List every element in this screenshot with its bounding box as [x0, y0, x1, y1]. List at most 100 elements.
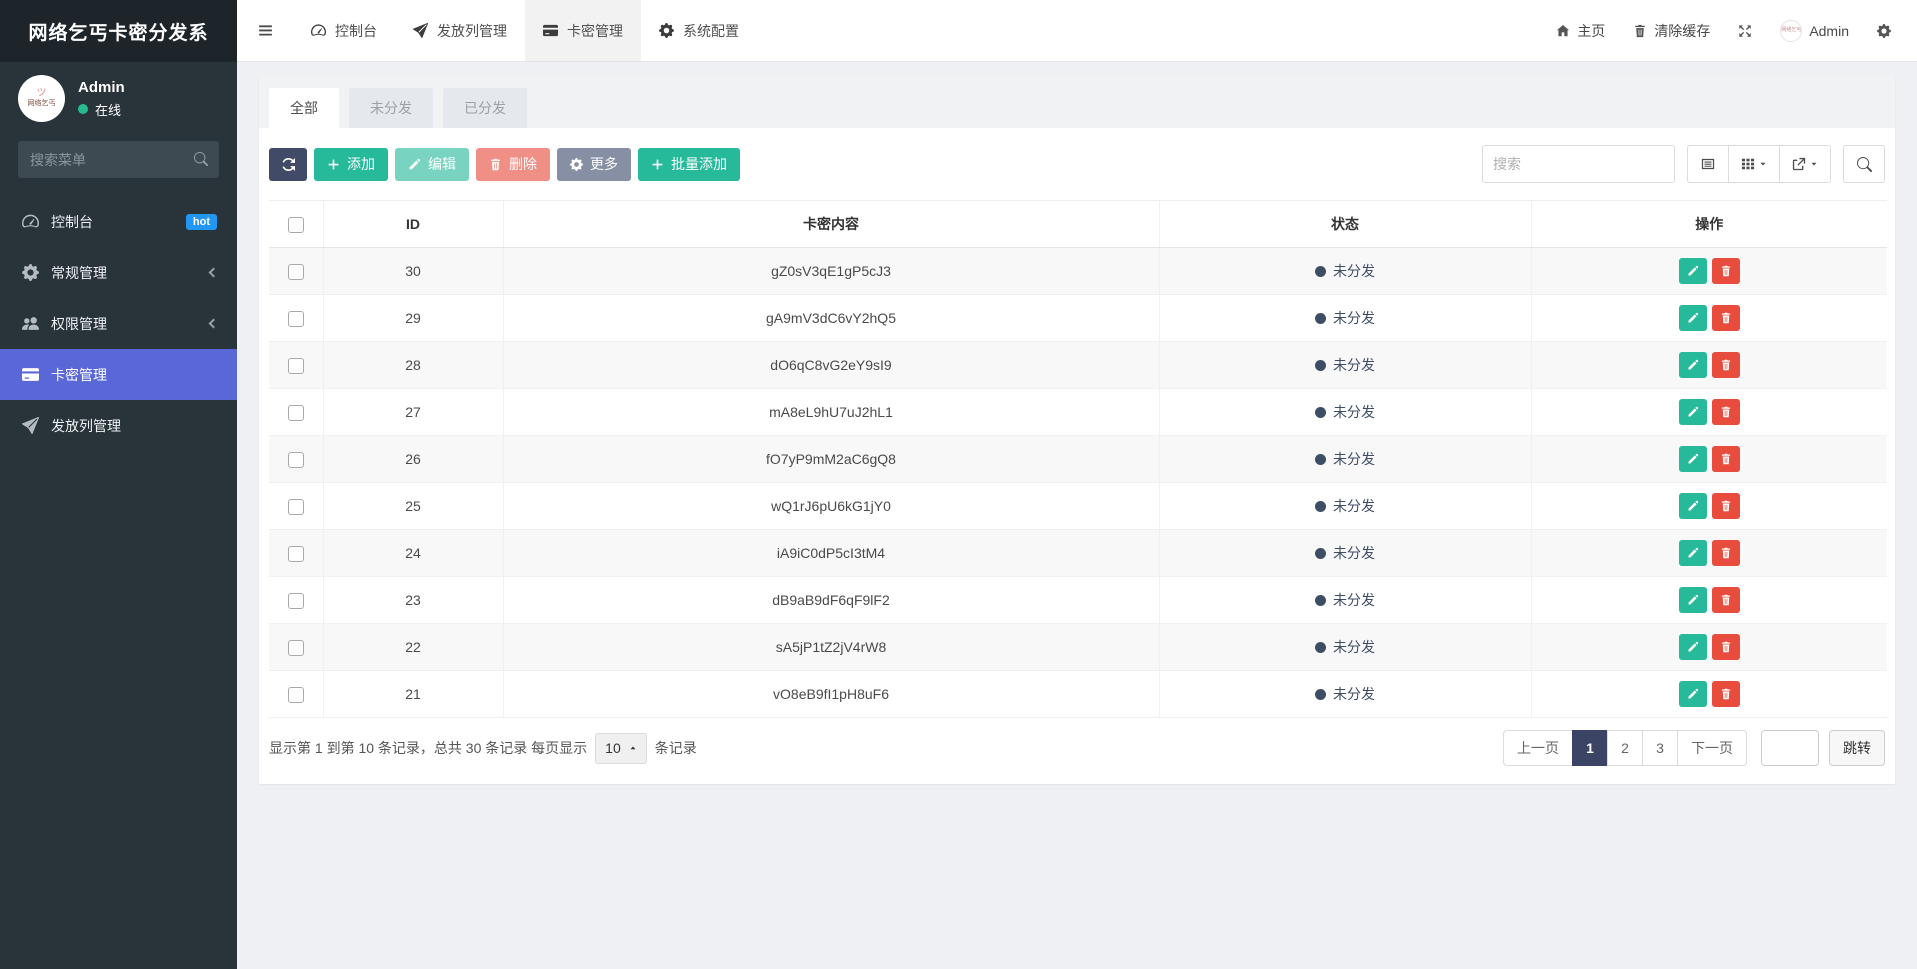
status-dot-icon	[1315, 360, 1326, 371]
cell-status: 未分发	[1159, 295, 1531, 342]
row-edit-button[interactable]	[1679, 305, 1707, 331]
page-jump-button[interactable]: 跳转	[1829, 730, 1885, 766]
page-button-2[interactable]: 2	[1607, 730, 1643, 766]
clear-cache-link[interactable]: 清除缓存	[1633, 21, 1710, 41]
row-edit-button[interactable]	[1679, 399, 1707, 425]
table-row[interactable]: 25 wQ1rJ6pU6kG1jY0 未分发	[269, 483, 1887, 530]
detail-view-button[interactable]	[1687, 145, 1729, 183]
table-row[interactable]: 29 gA9mV3dC6vY2hQ5 未分发	[269, 295, 1887, 342]
row-checkbox[interactable]	[288, 405, 304, 421]
prev-page-button[interactable]: 上一页	[1503, 730, 1573, 766]
status-dot-icon	[1315, 689, 1326, 700]
cell-status: 未分发	[1159, 342, 1531, 389]
row-delete-button[interactable]	[1712, 493, 1740, 519]
edit-button[interactable]: 编辑	[395, 148, 469, 181]
tab-dispatch[interactable]: 发放列管理	[395, 0, 525, 61]
table-row[interactable]: 30 gZ0sV3qE1gP5cJ3 未分发	[269, 248, 1887, 295]
row-actions	[1532, 634, 1888, 660]
filter-tab-assigned[interactable]: 已分发	[443, 88, 527, 128]
row-delete-button[interactable]	[1712, 540, 1740, 566]
add-button[interactable]: 添加	[314, 148, 388, 181]
row-checkbox[interactable]	[288, 358, 304, 374]
row-delete-button[interactable]	[1712, 681, 1740, 707]
tab-settings[interactable]: 系统配置	[641, 0, 757, 61]
row-checkbox[interactable]	[288, 640, 304, 656]
row-delete-button[interactable]	[1712, 258, 1740, 284]
select-all-checkbox[interactable]	[288, 217, 304, 233]
row-checkbox[interactable]	[288, 264, 304, 280]
hot-badge: hot	[186, 214, 217, 230]
home-link[interactable]: 主页	[1556, 21, 1605, 41]
row-edit-button[interactable]	[1679, 587, 1707, 613]
page-jump-input[interactable]	[1761, 730, 1819, 766]
fullscreen-button[interactable]	[1738, 24, 1752, 38]
more-button[interactable]: 更多	[557, 148, 631, 181]
table-header-row: ID 卡密内容 状态 操作	[269, 201, 1887, 248]
top-navbar: 控制台 发放列管理 卡密管理 系统配置 主页	[237, 0, 1917, 62]
next-page-button[interactable]: 下一页	[1677, 730, 1747, 766]
trash-icon	[1720, 406, 1732, 418]
sidebar-item-dashboard[interactable]: 控制台 hot	[0, 196, 237, 247]
page-button-1[interactable]: 1	[1572, 730, 1608, 766]
row-delete-button[interactable]	[1712, 446, 1740, 472]
settings-button[interactable]	[1877, 24, 1891, 38]
sidebar: 网络乞丐卡密分发系 ツ 网络乞丐 Admin 在线 控制台 hot	[0, 0, 237, 969]
row-edit-button[interactable]	[1679, 446, 1707, 472]
table-row[interactable]: 24 iA9iC0dP5cI3tM4 未分发	[269, 530, 1887, 577]
table-row[interactable]: 22 sA5jP1tZ2jV4rW8 未分发	[269, 624, 1887, 671]
row-edit-button[interactable]	[1679, 634, 1707, 660]
row-delete-button[interactable]	[1712, 634, 1740, 660]
filter-tab-unassigned[interactable]: 未分发	[349, 88, 433, 128]
cell-id: 30	[323, 248, 503, 295]
sidebar-item-auth[interactable]: 权限管理	[0, 298, 237, 349]
columns-button[interactable]	[1728, 145, 1780, 183]
gear-icon	[570, 158, 583, 171]
row-edit-button[interactable]	[1679, 258, 1707, 284]
row-checkbox[interactable]	[288, 311, 304, 327]
delete-button[interactable]: 删除	[476, 148, 550, 181]
row-checkbox[interactable]	[288, 546, 304, 562]
row-checkbox[interactable]	[288, 593, 304, 609]
row-edit-button[interactable]	[1679, 540, 1707, 566]
cell-id: 23	[323, 577, 503, 624]
refresh-button[interactable]	[269, 148, 307, 181]
app-root: 网络乞丐卡密分发系 ツ 网络乞丐 Admin 在线 控制台 hot	[0, 0, 1917, 969]
tab-cardkeys[interactable]: 卡密管理	[525, 0, 641, 61]
sidebar-item-dispatch[interactable]: 发放列管理	[0, 400, 237, 451]
table-row[interactable]: 23 dB9aB9dF6qF9lF2 未分发	[269, 577, 1887, 624]
list-view-icon	[1701, 157, 1715, 171]
row-edit-button[interactable]	[1679, 681, 1707, 707]
search-toggle-button[interactable]	[1843, 145, 1885, 183]
row-edit-button[interactable]	[1679, 352, 1707, 378]
cell-code: fO7yP9mM2aC6gQ8	[503, 436, 1159, 483]
batch-add-button[interactable]: 批量添加	[638, 148, 740, 181]
dashboard-icon	[22, 213, 39, 230]
app-title: 网络乞丐卡密分发系	[0, 0, 237, 62]
row-delete-button[interactable]	[1712, 352, 1740, 378]
row-checkbox[interactable]	[288, 499, 304, 515]
row-delete-button[interactable]	[1712, 399, 1740, 425]
sidebar-toggle-button[interactable]	[237, 0, 293, 61]
row-checkbox[interactable]	[288, 687, 304, 703]
row-edit-button[interactable]	[1679, 493, 1707, 519]
row-delete-button[interactable]	[1712, 305, 1740, 331]
table-search-input[interactable]	[1482, 145, 1675, 183]
header-actions: 操作	[1531, 201, 1887, 248]
trash-icon	[1720, 265, 1732, 277]
filter-tab-all[interactable]: 全部	[269, 88, 339, 128]
table-row[interactable]: 21 vO8eB9fI1pH8uF6 未分发	[269, 671, 1887, 718]
export-button[interactable]	[1779, 145, 1831, 183]
row-checkbox[interactable]	[288, 452, 304, 468]
user-menu[interactable]: 网络乞丐 Admin	[1780, 20, 1849, 42]
filter-tabs: 全部 未分发 已分发	[259, 75, 1895, 128]
table-row[interactable]: 27 mA8eL9hU7uJ2hL1 未分发	[269, 389, 1887, 436]
sidebar-item-general[interactable]: 常规管理	[0, 247, 237, 298]
table-row[interactable]: 28 dO6qC8vG2eY9sI9 未分发	[269, 342, 1887, 389]
menu-search-input[interactable]	[18, 141, 219, 178]
table-row[interactable]: 26 fO7yP9mM2aC6gQ8 未分发	[269, 436, 1887, 483]
sidebar-item-cardkeys[interactable]: 卡密管理	[0, 349, 237, 400]
tab-dashboard[interactable]: 控制台	[293, 0, 395, 61]
page-size-dropdown[interactable]: 10	[595, 733, 647, 764]
page-button-3[interactable]: 3	[1642, 730, 1678, 766]
row-delete-button[interactable]	[1712, 587, 1740, 613]
